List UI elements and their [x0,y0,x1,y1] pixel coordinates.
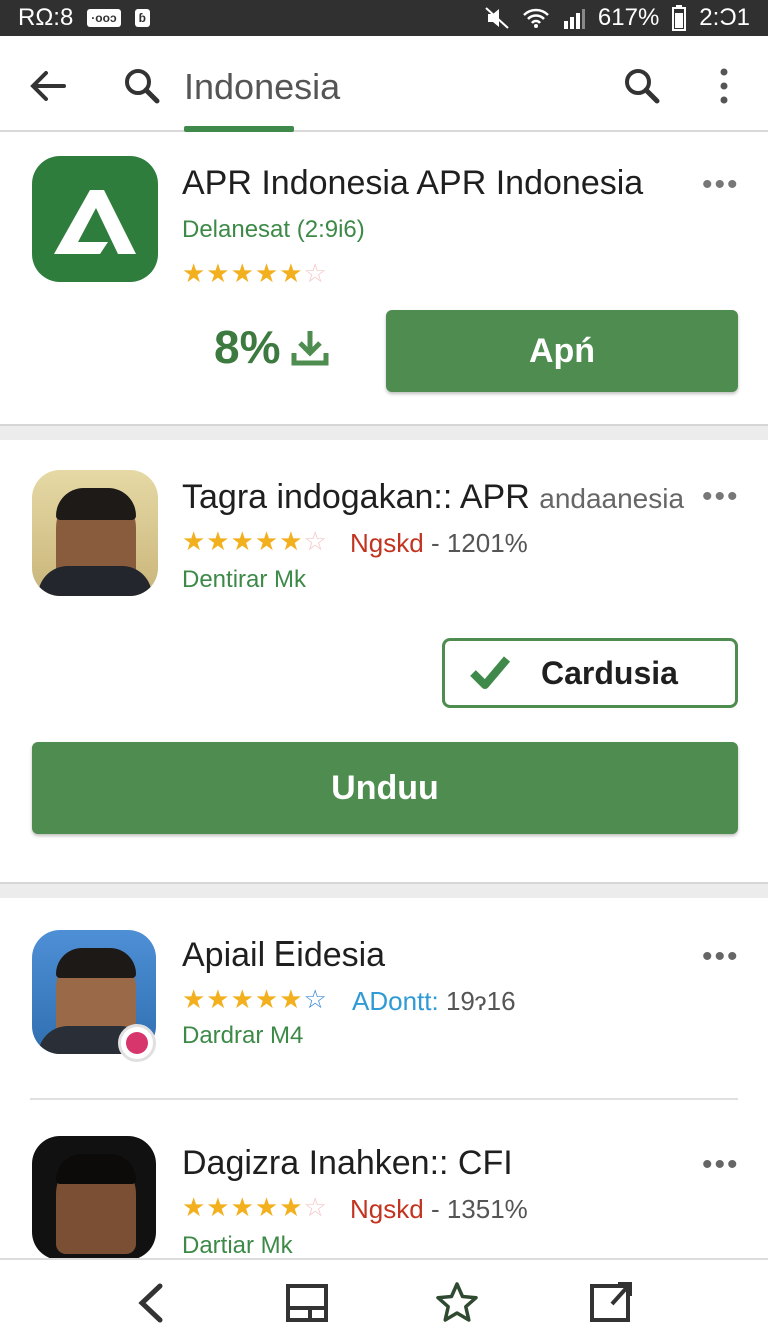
instagram-badge-icon [118,1024,156,1062]
status-time-left: RΩ:8 [18,4,74,31]
more-options-icon[interactable]: ••• [702,170,740,200]
rating-stars: ★★★★★☆ [182,984,328,1014]
recents-nav-icon[interactable] [284,1280,330,1326]
status-bar: RΩ:8 ·ooɔ ɓ 617% 2:Ͻ1 [0,0,768,36]
favorite-nav-icon[interactable] [434,1280,480,1326]
back-arrow-icon[interactable] [26,64,70,108]
rating-stars: ★★★★★☆ [182,1192,328,1222]
app-title[interactable]: Apiail Ꭼidesia [182,936,385,975]
download-progress: 8% [214,320,330,374]
notification-badge: ·ooɔ [87,9,121,27]
meta-label: ADontt: [352,986,439,1016]
download-icon [291,331,329,366]
wifi-icon [523,8,549,28]
status-time-right: 2:Ͻ1 [699,4,750,31]
meta-label: Ngskd [350,528,424,558]
app-subtitle: Delanesat (2:9i6) [182,216,365,243]
app-title[interactable]: APR Indonesia APR Indonesia [182,164,643,203]
rating-meta: ADontt: 19ɂ16 [352,986,516,1017]
installed-button[interactable]: Cardusia [442,638,738,708]
developer-name: Dardrar M4 [182,1022,304,1049]
installed-label: Cardusia [541,654,678,691]
rating-meta: Ngskd - 1351% [350,1194,528,1225]
back-nav-icon[interactable] [130,1280,176,1326]
mute-icon [485,7,509,29]
notification-icon: ɓ [134,9,150,27]
developer-name: Dentirar Mk [182,566,307,593]
app-title-main: Tagra indogakan:: APR [182,478,530,516]
battery-percent: 617% [597,4,660,31]
meta-label: Ngskd [350,1194,424,1224]
signal-icon [563,9,585,29]
search-button-icon[interactable] [622,66,662,106]
app-title-suffix: andaanesia [539,483,685,514]
app-card-3[interactable]: Apiail Ꭼidesia ★★★★★☆ ADontt: 19ɂ16 Dard… [0,898,768,1098]
app-title[interactable]: Dagizra Inahken:: CFI [182,1144,513,1183]
rating-meta: Ngskd - 1201% [350,528,528,559]
apr-logo-icon [32,156,158,282]
battery-icon [672,5,687,31]
app-title[interactable]: Tagra indogakan:: APR andaanesia [182,478,684,517]
checkmark-icon [470,656,511,689]
search-input[interactable]: Indonesia [184,66,340,108]
search-underline [184,126,294,132]
more-options-icon[interactable]: ••• [702,942,740,972]
meta-value: - 1351% [430,1194,528,1224]
divider [0,882,768,898]
open-button[interactable]: Apń [386,310,738,392]
more-options-icon[interactable]: ••• [702,1150,740,1180]
meta-value: - 1201% [430,528,528,558]
developer-name: Dartiar Mk [182,1232,293,1258]
search-icon [125,69,160,104]
progress-percent: 8% [214,321,281,373]
divider [0,424,768,440]
search-toolbar: Indonesia [0,36,768,132]
app-card-4[interactable]: Dagizra Inahken:: CFI ★★★★★☆ Ngskd - 135… [0,1100,768,1258]
app-avatar-icon [32,1136,156,1258]
app-avatar-icon [32,470,158,596]
open-nav-icon[interactable] [588,1280,634,1326]
overflow-menu-icon[interactable] [708,66,740,106]
meta-value: 19ɂ16 [445,986,516,1016]
bottom-navigation [0,1258,768,1344]
rating-stars: ★★★★★☆ [182,258,328,288]
app-card-2[interactable]: Tagra indogakan:: APR andaanesia ★★★★★☆ … [0,440,768,880]
download-button[interactable]: Unduu [32,742,738,834]
app-card-1[interactable]: APR Indonesia APR Indonesia Delanesat (2… [0,134,768,424]
rating-stars: ★★★★★☆ [182,526,328,556]
more-options-icon[interactable]: ••• [702,482,740,512]
